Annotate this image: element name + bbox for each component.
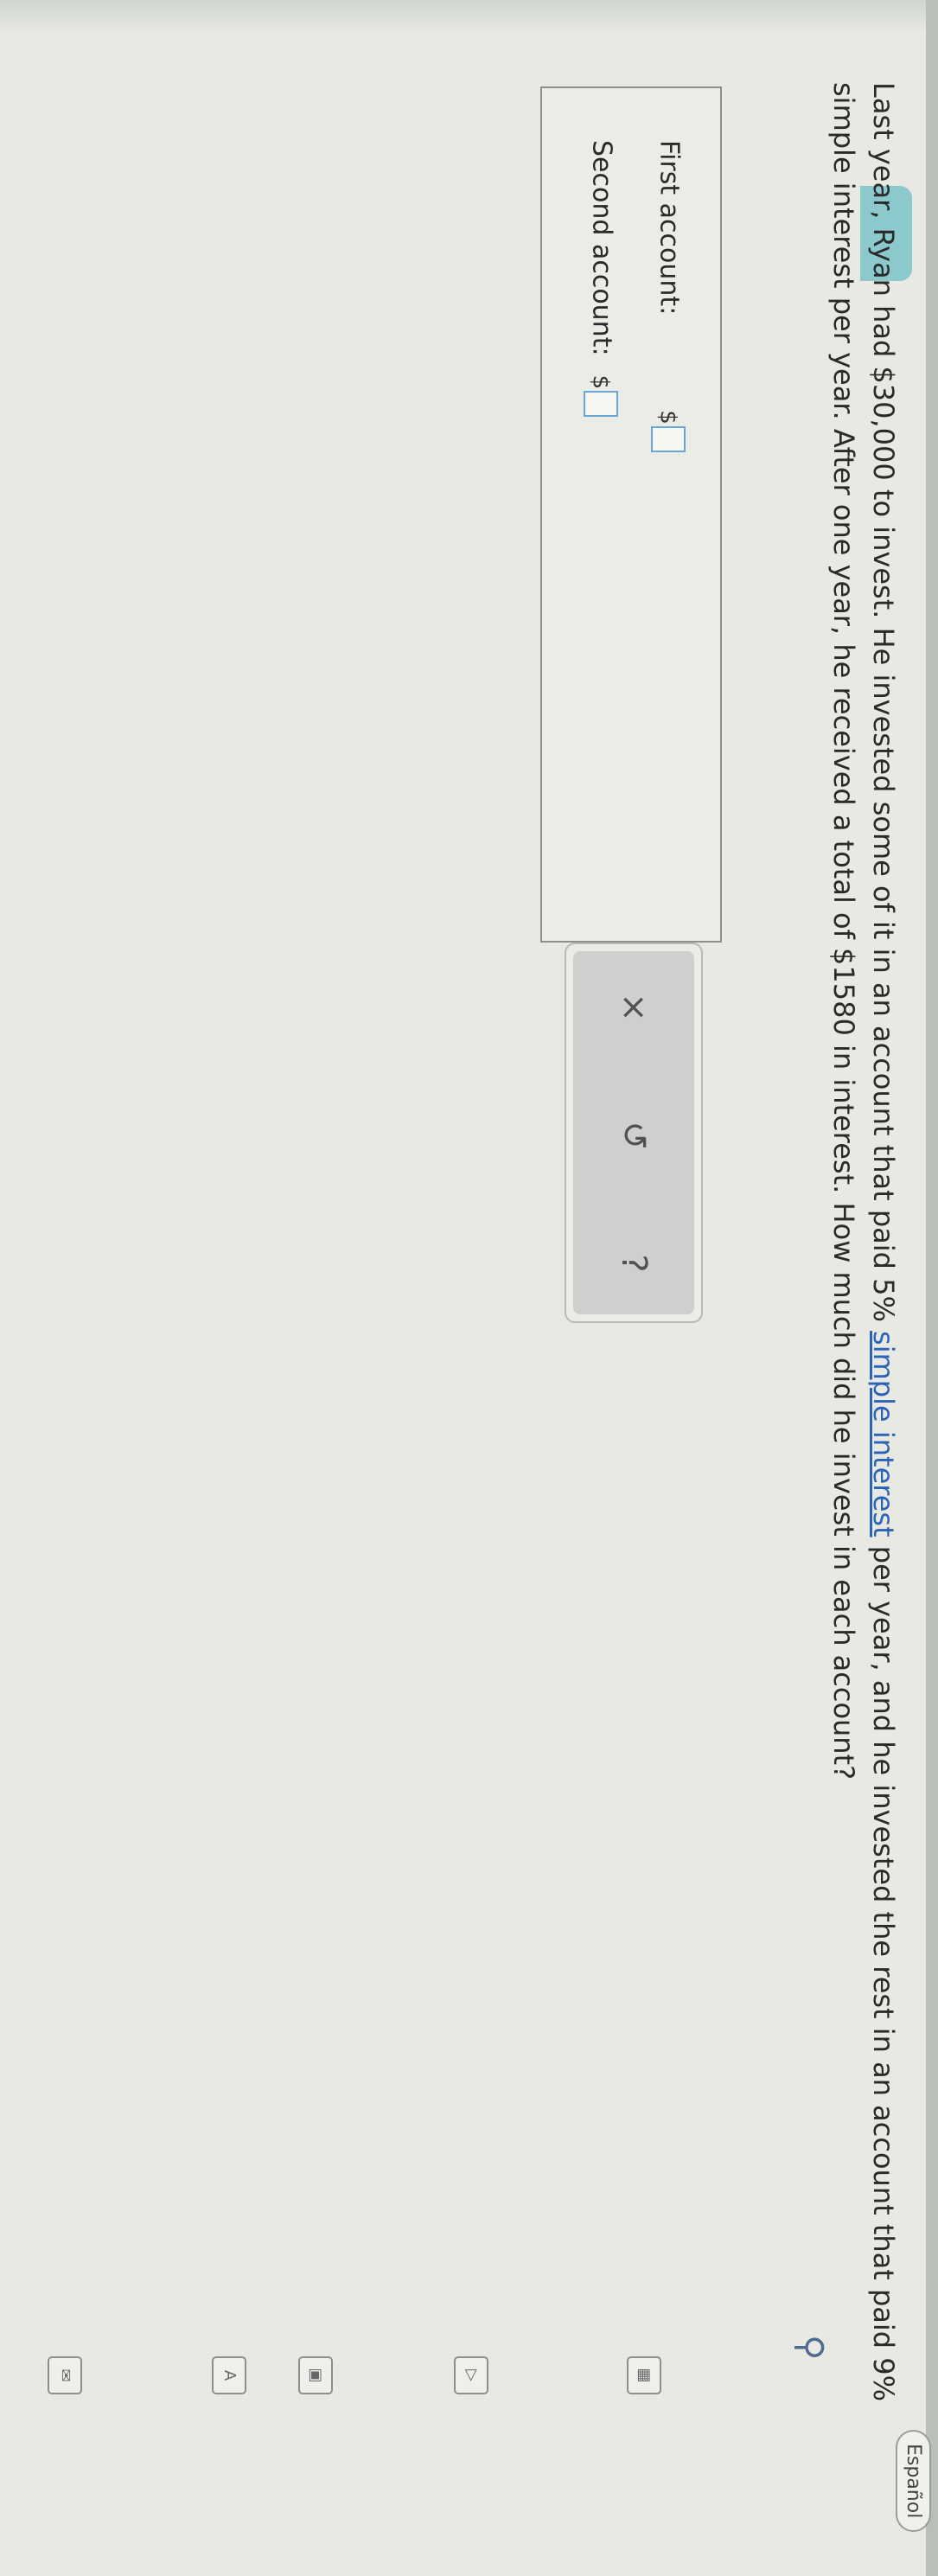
mail-icon[interactable]: ✉ [48,2356,82,2394]
problem-text-before: Last year, Ryan had $30,000 to invest. H… [867,82,900,1332]
tool-panel: × ↺ ? [565,943,703,1323]
video-icon[interactable]: ▷ [454,2356,488,2394]
first-account-input[interactable] [651,425,686,452]
second-account-input[interactable] [584,391,618,418]
text-size-icon[interactable]: A [212,2356,246,2394]
first-account-row: First account: $ [651,140,686,452]
calendar-icon[interactable]: ▣ [298,2356,333,2394]
account-icon[interactable]: ⚲ [790,2335,830,2360]
calculator-icon[interactable]: ▦ [627,2356,661,2394]
clear-button[interactable]: × [614,986,654,1029]
answer-box: First account: $ Second account: $ [540,86,722,943]
tool-panel-inner: × ↺ ? [573,951,694,1314]
second-account-label: Second account: [586,140,617,356]
simple-interest-link[interactable]: simple interest [867,1331,900,1537]
problem-statement: Last year, Ryan had $30,000 to invest. H… [824,82,903,2469]
undo-button[interactable]: ↺ [614,1114,654,1157]
second-currency: $ [587,374,614,390]
first-currency: $ [654,410,681,425]
question-canvas: Español Last year, Ryan had $30,000 to i… [0,0,938,2576]
first-account-label: First account: [654,140,685,316]
second-account-row: Second account: $ [584,140,618,418]
help-button[interactable]: ? [614,1242,654,1285]
